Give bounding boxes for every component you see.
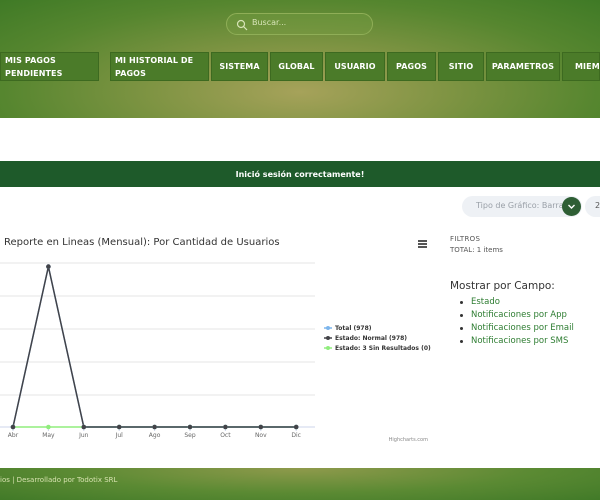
x-tick-label: Abr: [8, 432, 19, 439]
data-point: [187, 424, 193, 430]
chart-type-select[interactable]: Tipo de Gráfico: Barra: [462, 196, 582, 217]
data-point: [46, 424, 51, 430]
secondary-select-value: 2: [595, 201, 600, 210]
chart-x-labels: Abr May Jun Jul Ago Sep Oct Nov Dic: [8, 432, 301, 439]
success-banner: Inició sesión correctamente!: [0, 161, 600, 187]
filters-title: FILTROS: [450, 235, 481, 243]
chart-type-label: Tipo de Gráfico: Barra: [476, 201, 564, 210]
legend-marker: [326, 336, 330, 340]
x-tick-label: Jul: [115, 432, 124, 439]
footer-text: ios | Desarrollado por Todotix SRL: [0, 476, 118, 484]
line-chart: Abr May Jun Jul Ago Sep Oct Nov Dic Total (978) E…: [0, 262, 431, 443]
data-point: [46, 264, 51, 269]
chevron-down-icon: [568, 204, 575, 209]
secondary-select[interactable]: 2: [585, 196, 600, 217]
nav-item-miembros[interactable]: MIEMB: [562, 52, 600, 81]
series-line: [12, 266, 297, 428]
campo-link-sms[interactable]: Notificaciones por SMS: [459, 335, 574, 348]
data-point: [116, 424, 122, 430]
chart-legend: Total (978) Estado: Normal (978) Estado: 3…: [324, 325, 431, 352]
nav-item-global[interactable]: GLOBAL: [270, 52, 323, 81]
campo-title: Mostrar por Campo:: [450, 280, 555, 292]
search-input[interactable]: Buscar...: [252, 18, 286, 27]
data-point: [223, 424, 228, 430]
nav-item-sitio[interactable]: SITIO: [438, 52, 484, 81]
legend-marker: [326, 326, 330, 330]
chart-title: Reporte en Lineas (Mensual): Por Cantida…: [4, 237, 280, 248]
series-line: [12, 266, 297, 428]
x-tick-label: Nov: [255, 432, 267, 439]
data-point: [10, 424, 16, 430]
banner-text: Inició sesión correctamente!: [235, 169, 365, 179]
search-box[interactable]: Buscar...: [226, 13, 373, 35]
x-tick-label: Ago: [149, 432, 161, 439]
x-tick-label: Dic: [291, 432, 301, 439]
main-nav: MIS PAGOS PENDIENTES MI HISTORIAL DE PAG…: [0, 52, 600, 81]
data-point: [152, 424, 157, 430]
chart-credits[interactable]: Highcharts.com: [389, 437, 428, 443]
data-point: [81, 424, 87, 430]
campo-link-app[interactable]: Notificaciones por App: [459, 309, 574, 322]
x-tick-label: Jun: [78, 432, 89, 439]
filters-total: TOTAL: 1 items: [450, 246, 503, 254]
search-icon: [236, 19, 248, 31]
campo-link-email[interactable]: Notificaciones por Email: [459, 322, 574, 335]
nav-item-parametros[interactable]: PARAMETROS: [486, 52, 560, 81]
nav-item-sistema[interactable]: SISTEMA: [211, 52, 268, 81]
chart-series-lines: [12, 266, 297, 428]
data-point: [258, 424, 264, 430]
nav-item-pagos[interactable]: PAGOS: [387, 52, 436, 81]
data-point: [293, 424, 299, 430]
legend-item: Estado: 3 Sin Resultados (0): [335, 345, 431, 352]
x-tick-label: Oct: [220, 432, 231, 439]
nav-item-usuario[interactable]: USUARIO: [325, 52, 385, 81]
x-tick-label: Sep: [184, 432, 196, 439]
header: Buscar... MIS PAGOS PENDIENTES MI HISTOR…: [0, 0, 600, 118]
legend-item: Total (978): [335, 325, 372, 332]
campo-list: Estado Notificaciones por App Notificaci…: [459, 296, 574, 348]
x-tick-label: May: [42, 432, 55, 439]
legend-marker: [326, 346, 330, 350]
chart-menu-icon[interactable]: [418, 240, 427, 248]
nav-item-mis-pagos-pendientes[interactable]: MIS PAGOS PENDIENTES: [0, 52, 99, 81]
footer: ios | Desarrollado por Todotix SRL: [0, 468, 600, 500]
chart-grid: [0, 262, 315, 431]
chart-type-dropdown-button[interactable]: [562, 197, 581, 216]
nav-item-mi-historial-de-pagos[interactable]: MI HISTORIAL DE PAGOS: [110, 52, 209, 81]
legend-item: Estado: Normal (978): [335, 335, 407, 342]
campo-link-estado[interactable]: Estado: [459, 296, 574, 309]
filters-panel: FILTROS TOTAL: 1 items: [450, 235, 503, 254]
